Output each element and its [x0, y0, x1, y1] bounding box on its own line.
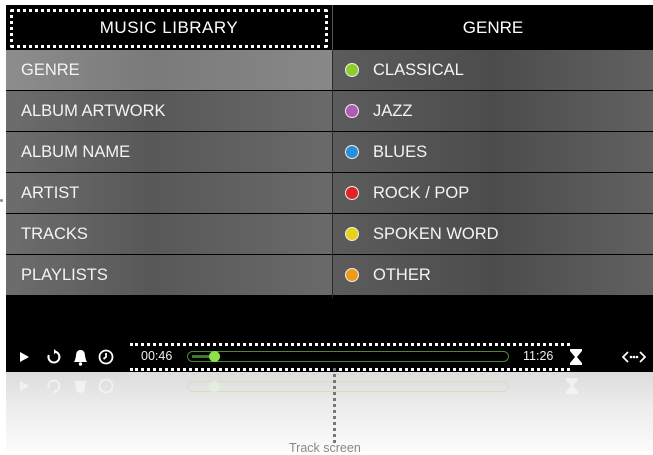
clock-icon — [96, 376, 116, 396]
transport-reflection — [6, 372, 653, 451]
genre-color-dot — [345, 186, 359, 200]
menu-item-genre[interactable]: GENRE — [6, 50, 332, 90]
menu-item-label: ALBUM ARTWORK — [21, 101, 166, 120]
genre-title: GENRE — [462, 17, 524, 37]
genre-header: GENRE — [332, 5, 653, 50]
genre-label: BLUES — [373, 142, 428, 161]
library-menu: GENRE ALBUM ARTWORK ALBUM NAME ARTIST TR… — [6, 50, 332, 298]
bell-icon[interactable] — [70, 347, 90, 367]
highlight-dotted-box — [10, 9, 328, 48]
content-columns: GENRE ALBUM ARTWORK ALBUM NAME ARTIST TR… — [6, 50, 653, 298]
reflection-track — [187, 381, 509, 392]
genre-item-classical[interactable]: CLASSICAL — [333, 50, 653, 90]
genre-list: CLASSICAL JAZZ BLUES ROCK / POP SPOKEN W… — [332, 50, 653, 298]
genre-color-dot — [345, 63, 359, 77]
genre-label: OTHER — [373, 265, 431, 284]
genre-color-dot — [345, 268, 359, 282]
genre-item-other[interactable]: OTHER — [333, 255, 653, 295]
genre-item-spoken-word[interactable]: SPOKEN WORD — [333, 214, 653, 254]
transport-highlight-dotted — [130, 343, 570, 371]
reflection-inner — [6, 372, 653, 400]
genre-label: CLASSICAL — [373, 60, 464, 79]
genre-color-dot — [345, 104, 359, 118]
menu-item-label: ALBUM NAME — [21, 142, 131, 161]
repeat-icon[interactable] — [44, 347, 64, 367]
genre-label: SPOKEN WORD — [373, 224, 499, 243]
menu-item-album-artwork[interactable]: ALBUM ARTWORK — [6, 91, 332, 131]
bell-icon — [70, 376, 90, 396]
menu-item-tracks[interactable]: TRACKS — [6, 214, 332, 254]
menu-item-album-name[interactable]: ALBUM NAME — [6, 132, 332, 172]
annotation-caption: Track screen — [289, 441, 361, 455]
hourglass-icon — [566, 373, 578, 394]
annotation-connector — [333, 368, 339, 443]
menu-item-label: PLAYLISTS — [21, 265, 108, 284]
annotation-dot — [0, 199, 3, 202]
play-icon[interactable] — [14, 347, 34, 367]
menu-item-label: TRACKS — [21, 224, 88, 243]
reflection-knob — [209, 381, 220, 392]
genre-color-dot — [345, 227, 359, 241]
menu-item-label: ARTIST — [21, 183, 80, 202]
repeat-icon — [44, 376, 64, 396]
genre-label: JAZZ — [373, 101, 413, 120]
menu-item-artist[interactable]: ARTIST — [6, 173, 332, 213]
music-screen: MUSIC LIBRARY GENRE GENRE ALBUM ARTWORK … — [6, 5, 653, 372]
genre-item-blues[interactable]: BLUES — [333, 132, 653, 172]
menu-item-label: GENRE — [21, 60, 80, 79]
transport-bar: 00:46 11:26 — [6, 343, 653, 371]
clock-icon[interactable] — [96, 347, 116, 367]
genre-color-dot — [345, 145, 359, 159]
play-icon — [14, 376, 34, 396]
genre-item-jazz[interactable]: JAZZ — [333, 91, 653, 131]
library-header: MUSIC LIBRARY — [6, 5, 332, 50]
menu-item-playlists[interactable]: PLAYLISTS — [6, 255, 332, 295]
genre-item-rock-pop[interactable]: ROCK / POP — [333, 173, 653, 213]
header: MUSIC LIBRARY GENRE — [6, 5, 653, 50]
genre-label: ROCK / POP — [373, 183, 470, 202]
code-arrows-icon[interactable] — [621, 347, 647, 367]
